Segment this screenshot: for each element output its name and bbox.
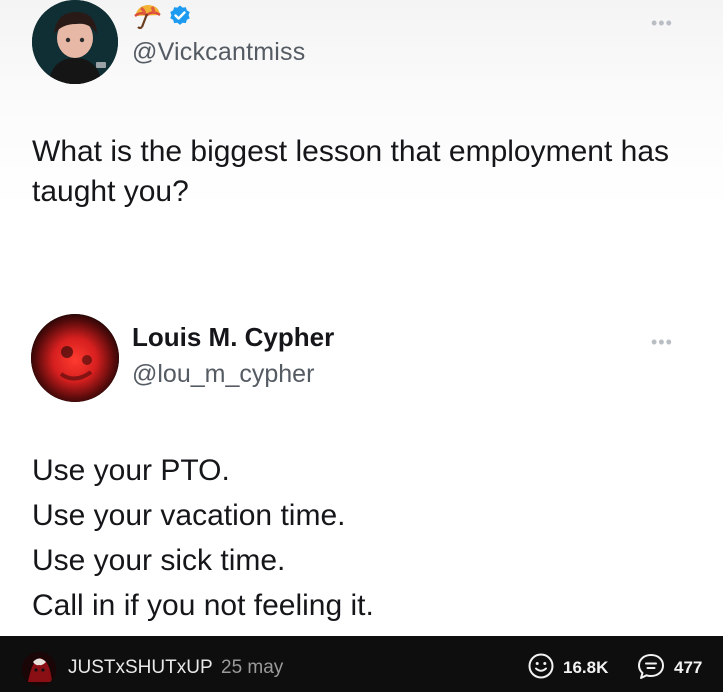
post-date: 25 may bbox=[221, 657, 284, 678]
reply-line: Call in if you not feeling it. bbox=[32, 589, 374, 622]
reply-author-handle[interactable]: @lou_m_cypher bbox=[132, 360, 314, 389]
reply-line: Use your PTO. bbox=[32, 454, 230, 487]
tweet-text: What is the biggest lesson that employme… bbox=[32, 135, 670, 208]
reply-line: Use your sick time. bbox=[32, 544, 286, 577]
reply-author-avatar[interactable] bbox=[31, 314, 119, 402]
tweet-author-header: @Vickcantmiss bbox=[132, 0, 305, 84]
reactions-count: 16.8K bbox=[563, 658, 609, 677]
post-footer-bar: JUSTxSHUTxUP 25 may 16.8K 477 bbox=[0, 636, 723, 692]
smiley-icon bbox=[527, 652, 555, 685]
more-options-icon[interactable]: ••• bbox=[651, 14, 673, 32]
verified-badge-icon bbox=[168, 4, 192, 33]
comments-count: 477 bbox=[674, 658, 703, 677]
tweet-author-avatar[interactable] bbox=[32, 0, 118, 84]
reactions-button[interactable]: 16.8K bbox=[527, 653, 608, 683]
poster-avatar[interactable] bbox=[22, 652, 56, 686]
comment-bubble-icon bbox=[636, 652, 666, 685]
more-options-icon[interactable]: ••• bbox=[651, 333, 673, 351]
comments-button[interactable]: 477 bbox=[636, 653, 702, 683]
screenshot-page: @Vickcantmiss ••• What is the biggest le… bbox=[0, 0, 723, 692]
reply-text: Use your PTO. Use your vacation time. Us… bbox=[32, 448, 374, 628]
reply-line: Use your vacation time. bbox=[32, 499, 346, 532]
author-badges bbox=[132, 4, 305, 34]
tweet-author-handle[interactable]: @Vickcantmiss bbox=[132, 38, 305, 67]
umbrella-emoji-icon bbox=[132, 2, 162, 35]
reply-author-name[interactable]: Louis M. Cypher bbox=[132, 322, 334, 353]
poster-username[interactable]: JUSTxSHUTxUP bbox=[68, 657, 213, 679]
